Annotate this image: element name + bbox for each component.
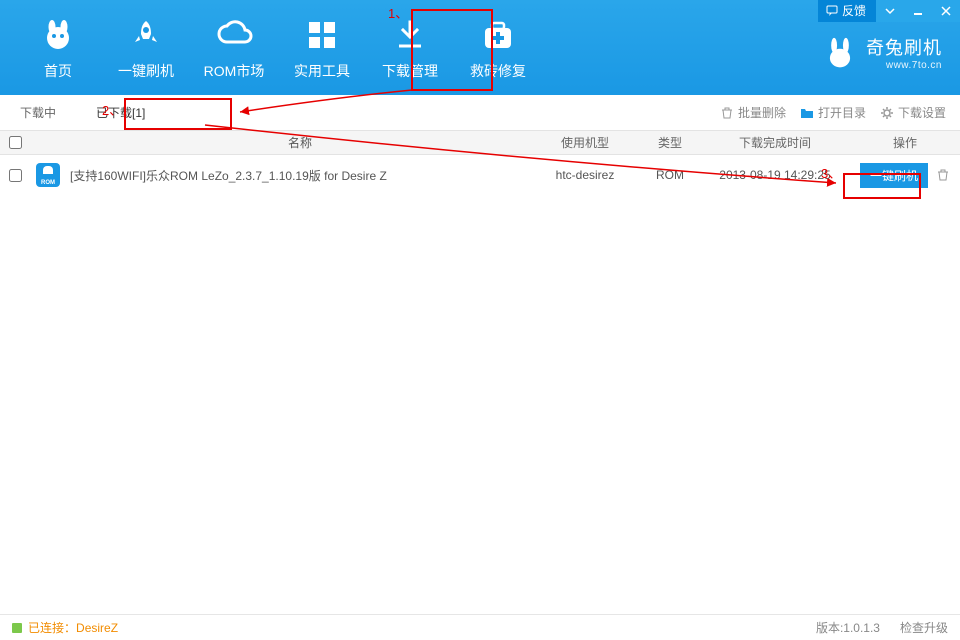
nav-downloads[interactable]: 下载管理 [366,0,454,95]
feedback-label: 反馈 [842,2,866,19]
row-model: htc-desirez [530,168,640,182]
grid-icon [302,15,342,55]
flash-button[interactable]: 一键刷机 [860,163,928,188]
download-settings-link[interactable]: 下载设置 [880,104,946,121]
trash-icon [720,106,734,120]
link-label: 下载设置 [898,104,946,121]
check-update-link[interactable]: 检查升级 [900,619,948,636]
nav-label: 救砖修复 [470,61,526,81]
nav-home[interactable]: 首页 [14,0,102,95]
app-header: 首页 一键刷机 ROM市场 实用工具 下载管理 救砖修复 奇兔刷机 www.7t… [0,0,960,95]
col-type: 类型 [640,134,700,151]
rom-file-icon [36,163,60,187]
brand-name: 奇兔刷机 [866,34,942,60]
nav-tools[interactable]: 实用工具 [278,0,366,95]
row-time: 2013-08-19 14:29:25 [700,168,850,182]
gear-icon [880,106,894,120]
nav-label: 一键刷机 [118,61,174,81]
nav-label: 下载管理 [382,61,438,81]
speech-icon [826,5,838,17]
open-dir-link[interactable]: 打开目录 [800,104,866,121]
table-header: 名称 使用机型 类型 下载完成时间 操作 [0,131,960,155]
col-action: 操作 [850,134,960,151]
nav-rescue[interactable]: 救砖修复 [454,0,542,95]
col-name: 名称 [66,134,530,151]
nav-market[interactable]: ROM市场 [190,0,278,95]
link-label: 批量删除 [738,104,786,121]
link-label: 打开目录 [818,104,866,121]
window-menu-button[interactable] [876,0,904,22]
rocket-icon [126,15,166,55]
brand: 奇兔刷机 www.7to.cn [824,34,942,71]
sub-toolbar: 下载中 已下载[1] 批量删除 打开目录 下载设置 [0,95,960,131]
col-time: 下载完成时间 [700,134,850,151]
home-icon [38,15,78,55]
tab-downloading[interactable]: 下载中 [0,95,76,130]
brand-url: www.7to.cn [866,60,942,71]
col-model: 使用机型 [530,134,640,151]
nav-label: 实用工具 [294,61,350,81]
batch-delete-link[interactable]: 批量删除 [720,104,786,121]
chevron-down-icon [885,6,895,16]
feedback-button[interactable]: 反馈 [818,0,876,22]
status-version: 版本:1.0.1.3 [816,619,880,636]
nav-label: ROM市场 [204,61,265,81]
status-bar: 已连接：DesireZ 版本:1.0.1.3 检查升级 [0,614,960,640]
main-nav: 首页 一键刷机 ROM市场 实用工具 下载管理 救砖修复 [14,0,542,95]
nav-label: 首页 [44,61,72,81]
table-row: [支持160WIFI]乐众ROM LeZo_2.3.7_1.10.19版 for… [0,155,960,195]
row-checkbox[interactable] [9,169,22,182]
select-all-checkbox[interactable] [9,136,22,149]
status-conn: 已连接：DesireZ [28,619,118,636]
nav-flash[interactable]: 一键刷机 [102,0,190,95]
cloud-icon [214,15,254,55]
minimize-button[interactable] [904,0,932,22]
connection-indicator-icon [12,623,22,633]
row-delete-icon[interactable] [936,168,950,182]
close-icon [940,5,952,17]
download-icon [390,15,430,55]
firstaid-icon [478,15,518,55]
tab-downloaded[interactable]: 已下载[1] [76,95,165,130]
minimize-icon [912,5,924,17]
brand-icon [824,37,856,69]
row-type: ROM [640,168,700,182]
folder-icon [800,106,814,120]
row-name: [支持160WIFI]乐众ROM LeZo_2.3.7_1.10.19版 for… [66,167,530,184]
close-button[interactable] [932,0,960,22]
